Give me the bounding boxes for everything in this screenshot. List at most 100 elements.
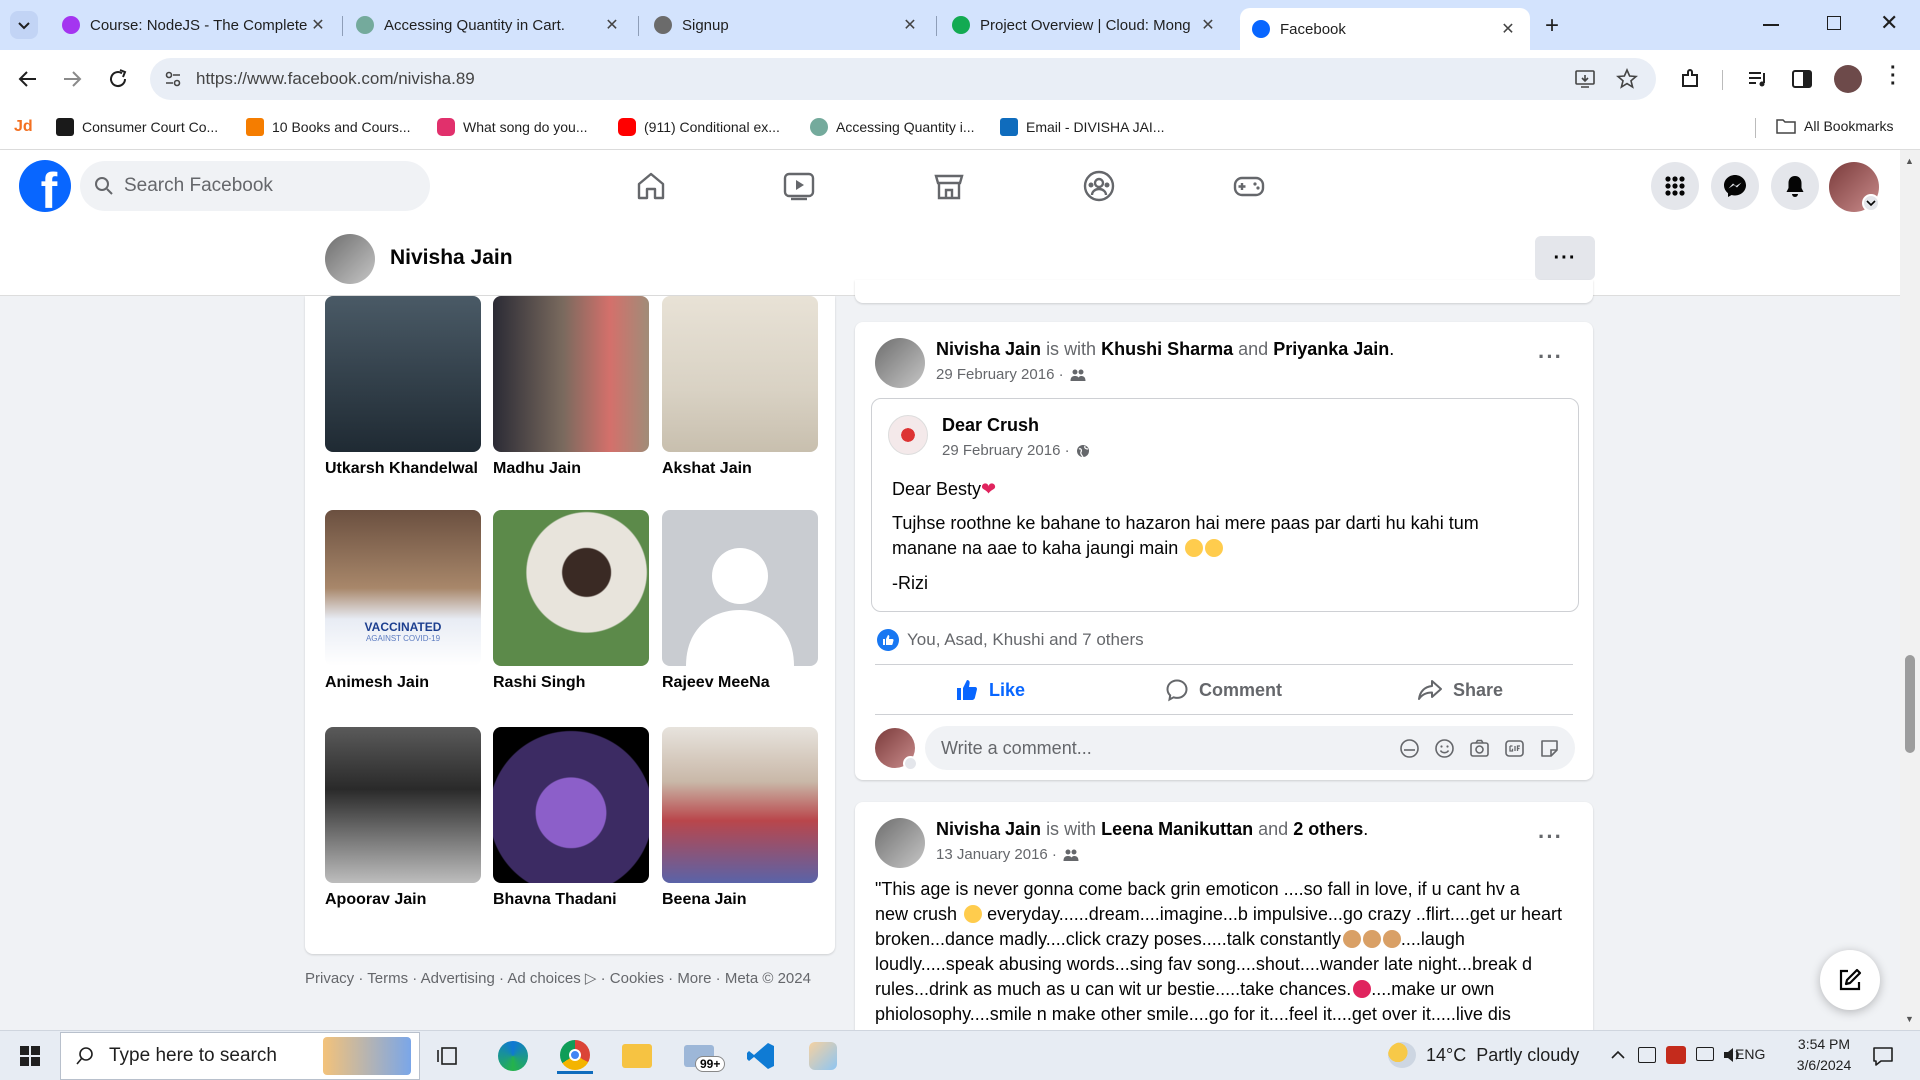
bookmark-item[interactable]: Accessing Quantity i...	[810, 118, 975, 136]
comment-button[interactable]: Comment	[1165, 678, 1282, 702]
task-view-icon[interactable]	[436, 1044, 460, 1068]
footer-link-cookies[interactable]: Cookies	[610, 970, 664, 987]
post-author-name[interactable]: Nivisha Jain	[936, 819, 1041, 839]
facebook-logo-icon[interactable]: f	[19, 160, 71, 212]
emoji-icon[interactable]	[1434, 738, 1455, 759]
windows-start-icon[interactable]	[20, 1046, 40, 1066]
friend-name[interactable]: Akshat Jain	[662, 460, 818, 478]
bookmark-justdial[interactable]: Jd	[14, 118, 33, 136]
taskbar-search-input[interactable]: Type here to search	[60, 1032, 420, 1080]
notifications-button[interactable]	[1771, 162, 1819, 210]
marketplace-icon[interactable]	[931, 168, 967, 204]
friend-name[interactable]: Utkarsh Khandelwal	[325, 460, 481, 478]
browser-tab[interactable]: Project Overview | Cloud: Mong ✕	[940, 8, 1230, 42]
post-author-avatar[interactable]	[875, 818, 925, 868]
home-icon[interactable]	[633, 168, 669, 204]
friend-photo[interactable]	[325, 727, 481, 883]
friend-photo[interactable]	[493, 510, 649, 666]
minimize-window-icon[interactable]	[1763, 24, 1779, 26]
battery-icon[interactable]	[1696, 1047, 1714, 1061]
friend-tile[interactable]: Madhu Jain	[493, 296, 649, 478]
shared-page-name[interactable]: Dear Crush	[942, 415, 1039, 436]
comment-input[interactable]: Write a comment...	[925, 726, 1575, 770]
browser-tab[interactable]: Signup ✕	[642, 8, 932, 42]
close-tab-icon[interactable]: ✕	[900, 15, 920, 35]
friend-photo[interactable]	[662, 296, 818, 452]
bookmark-star-icon[interactable]	[1616, 68, 1638, 90]
all-bookmarks-button[interactable]: All Bookmarks	[1776, 118, 1893, 134]
bookmark-item[interactable]: Email - DIVISHA JAI...	[1000, 118, 1164, 136]
scrollbar-thumb[interactable]	[1905, 655, 1915, 753]
friend-name[interactable]: Rajeev MeeNa	[662, 674, 818, 692]
watch-video-icon[interactable]	[781, 168, 817, 204]
reactions-summary[interactable]: You, Asad, Khushi and 7 others	[877, 629, 1144, 651]
friend-tile[interactable]: Utkarsh Khandelwal	[325, 296, 481, 478]
shared-post-date[interactable]: 29 February 2016 ·	[942, 442, 1070, 459]
friend-tile[interactable]: VACCINATED AGAINST COVID-19 Animesh Jain	[325, 510, 481, 692]
browser-tab[interactable]: Accessing Quantity in Cart. ✕	[344, 8, 634, 42]
tagged-friend[interactable]: Khushi Sharma	[1101, 339, 1233, 359]
tab-search-button[interactable]	[10, 11, 38, 39]
browser-tab[interactable]: Course: NodeJS - The Complete ✕	[50, 8, 340, 42]
edge-taskbar-button[interactable]	[495, 1038, 531, 1074]
footer-link-privacy[interactable]: Privacy	[305, 970, 354, 987]
friend-name[interactable]: Madhu Jain	[493, 460, 649, 478]
groups-icon[interactable]	[1081, 168, 1117, 204]
gif-icon[interactable]	[1504, 738, 1525, 759]
post-options-icon[interactable]: ···	[1538, 344, 1563, 370]
site-info-icon[interactable]	[164, 70, 182, 88]
shared-page-avatar[interactable]	[888, 415, 928, 455]
post-options-icon[interactable]: ···	[1538, 824, 1563, 850]
reload-icon[interactable]	[106, 67, 130, 91]
sticker-icon[interactable]	[1539, 738, 1560, 759]
notification-center-icon[interactable]	[1872, 1045, 1894, 1067]
close-tab-icon[interactable]: ✕	[602, 15, 622, 35]
back-arrow-icon[interactable]	[16, 67, 40, 91]
footer-link-more[interactable]: More	[677, 970, 711, 987]
footer-link-advertising[interactable]: Advertising	[421, 970, 495, 987]
scroll-up-arrow-icon[interactable]: ▲	[1905, 156, 1914, 166]
friend-name[interactable]: Beena Jain	[662, 891, 818, 909]
tagged-friend[interactable]: Priyanka Jain	[1273, 339, 1389, 359]
paint-taskbar-button[interactable]	[805, 1038, 841, 1074]
friend-photo[interactable]: VACCINATED AGAINST COVID-19	[325, 510, 481, 666]
post-author-name[interactable]: Nivisha Jain	[936, 339, 1041, 359]
friend-photo[interactable]	[662, 727, 818, 883]
friends-audience-icon[interactable]	[1063, 848, 1079, 862]
camera-icon[interactable]	[1469, 738, 1490, 759]
chevron-up-icon[interactable]	[1610, 1049, 1626, 1061]
bookmark-item[interactable]: 10 Books and Cours...	[246, 118, 411, 136]
browser-profile-avatar[interactable]	[1834, 65, 1862, 93]
bookmark-item[interactable]: Consumer Court Co...	[56, 118, 218, 136]
facebook-search-input[interactable]: Search Facebook	[80, 161, 430, 211]
share-button[interactable]: Share	[1417, 678, 1503, 702]
friend-name[interactable]: Rashi Singh	[493, 674, 649, 692]
friend-photo[interactable]	[493, 727, 649, 883]
friend-photo[interactable]	[493, 296, 649, 452]
like-button[interactable]: Like	[955, 678, 1025, 702]
forward-arrow-icon[interactable]	[60, 67, 84, 91]
tray-app-icon[interactable]	[1638, 1047, 1656, 1063]
close-tab-icon[interactable]: ✕	[1498, 19, 1518, 39]
post-date[interactable]: 13 January 2016 ·	[936, 846, 1057, 863]
friend-tile[interactable]: Akshat Jain	[662, 296, 818, 478]
bookmark-item[interactable]: What song do you...	[437, 118, 588, 136]
new-message-button[interactable]	[1820, 950, 1880, 1010]
commenter-dropdown-icon[interactable]	[903, 756, 918, 771]
clock[interactable]: 3:54 PM 3/6/2024	[1782, 1034, 1866, 1076]
side-panel-icon[interactable]	[1790, 67, 1814, 91]
profile-avatar[interactable]	[325, 234, 375, 284]
scroll-down-arrow-icon[interactable]: ▼	[1905, 1014, 1914, 1024]
tagged-friend[interactable]: Leena Manikuttan	[1101, 819, 1253, 839]
extensions-icon[interactable]	[1678, 67, 1702, 91]
friend-tile[interactable]: Apoorav Jain	[325, 727, 481, 909]
shared-post[interactable]: Dear Crush 29 February 2016 · Dear Besty…	[871, 398, 1579, 612]
gaming-icon[interactable]	[1231, 168, 1267, 204]
chrome-taskbar-button[interactable]	[557, 1038, 593, 1074]
browser-tab-active[interactable]: Facebook ✕	[1240, 8, 1530, 50]
profile-more-options-button[interactable]: ···	[1535, 236, 1595, 280]
media-controls-icon[interactable]	[1746, 67, 1770, 91]
friend-photo[interactable]	[325, 296, 481, 452]
footer-link-ad-choices[interactable]: Ad choices	[507, 970, 580, 987]
close-tab-icon[interactable]: ✕	[308, 15, 328, 35]
